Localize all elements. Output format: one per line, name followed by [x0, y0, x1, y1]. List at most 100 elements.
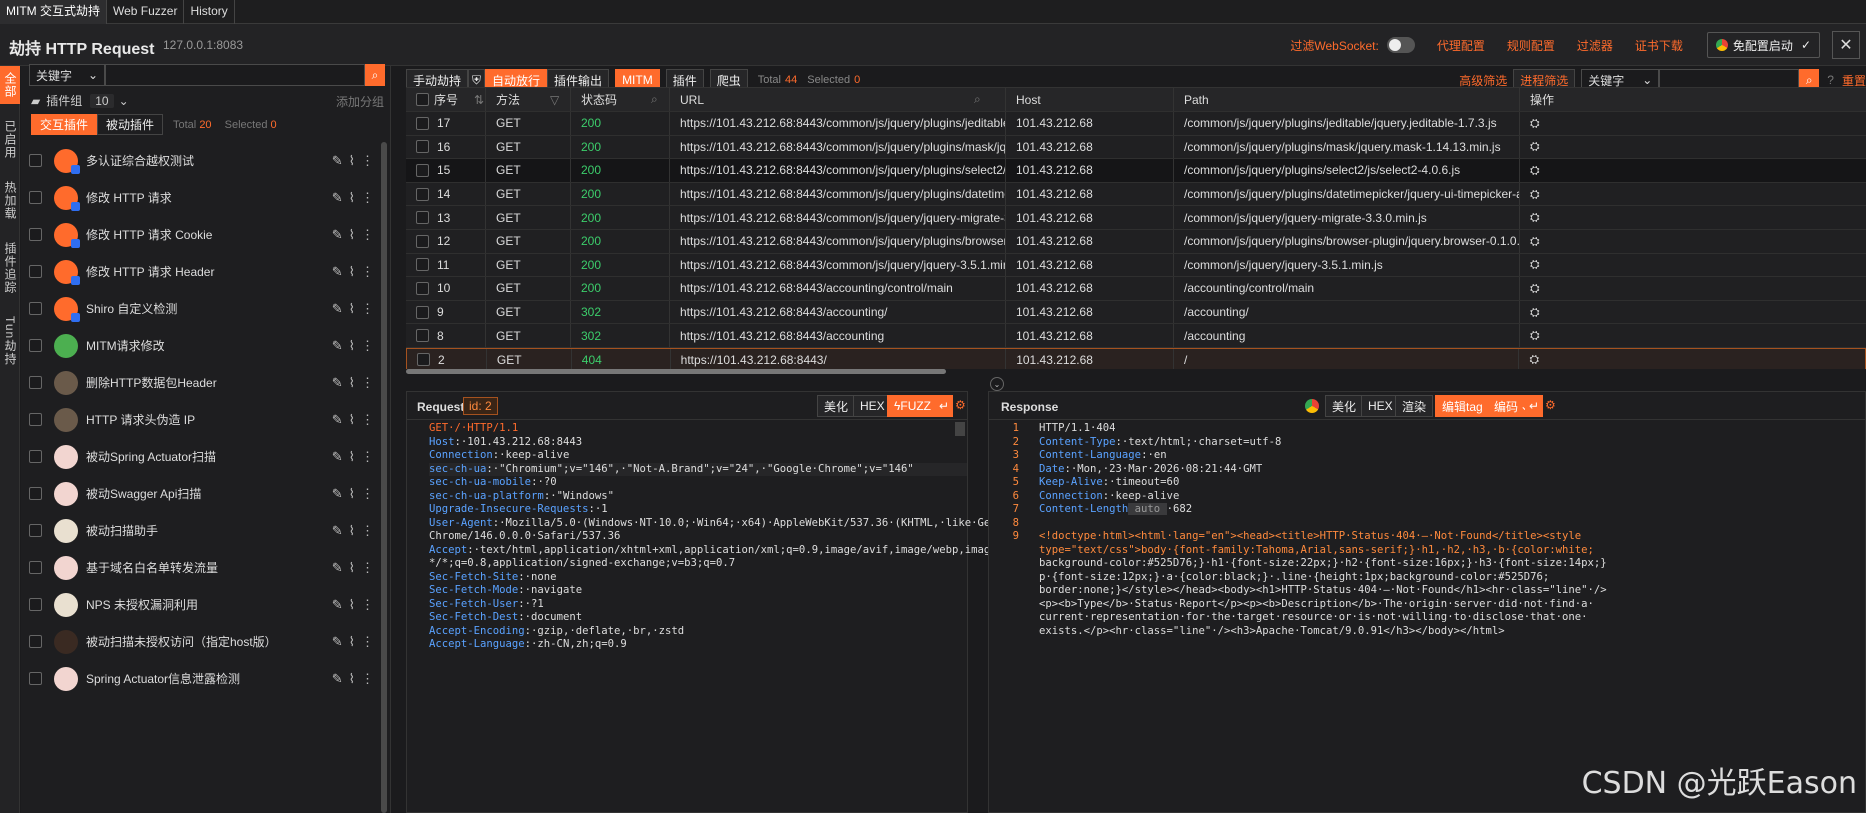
vtab-plugin-trace[interactable]: 插件追踪 — [0, 236, 20, 300]
activity-icon[interactable]: ⌇ — [349, 449, 355, 465]
edit-icon[interactable]: ✎ — [332, 190, 343, 206]
plugin-group-count[interactable]: 10 — [90, 93, 114, 108]
edit-icon[interactable]: ✎ — [332, 412, 343, 428]
plugin-checkbox[interactable] — [29, 154, 42, 167]
plugin-item[interactable]: HTTP 请求头伪造 IP ✎ ⌇ ⋮ — [29, 401, 374, 438]
more-icon[interactable]: ⋮ — [361, 153, 374, 169]
activity-icon[interactable]: ⌇ — [349, 597, 355, 613]
plugin-checkbox[interactable] — [29, 487, 42, 500]
more-icon[interactable]: ⋮ — [361, 523, 374, 539]
render-button[interactable]: 渲染 — [1395, 395, 1434, 417]
plugin-item[interactable]: 被动Swagger Api扫描 ✎ ⌇ ⋮ — [29, 475, 374, 512]
row-checkbox[interactable] — [416, 258, 429, 272]
cert-download-link[interactable]: 证书下载 — [1635, 37, 1683, 54]
row-checkbox[interactable] — [416, 329, 429, 343]
row-checkbox[interactable] — [416, 211, 429, 225]
plugin-item[interactable]: Shiro 自定义检测 ✎ ⌇ ⋮ — [29, 290, 374, 327]
plugin-item[interactable]: 修改 HTTP 请求 Cookie ✎ ⌇ ⋮ — [29, 216, 374, 253]
plugin-item[interactable]: 基于域名白名单转发流量 ✎ ⌇ ⋮ — [29, 549, 374, 586]
send-enter-button[interactable]: ↵ — [935, 395, 954, 417]
plugin-checkbox[interactable] — [29, 450, 42, 463]
activity-icon[interactable]: ⌇ — [349, 486, 355, 502]
search-button[interactable]: ⌕ — [365, 64, 385, 86]
table-row[interactable]: 2 GET 404 https://101.43.212.68:8443/101.43… — [406, 347, 1866, 369]
row-checkbox[interactable] — [416, 305, 429, 319]
filter-icon[interactable]: ▽ — [550, 93, 559, 107]
more-icon[interactable]: ⋮ — [361, 227, 374, 243]
plugin-checkbox[interactable] — [29, 339, 42, 352]
col-method[interactable]: 方法 ▽ — [486, 88, 571, 111]
vtab-hotload[interactable]: 热加载 — [0, 175, 20, 226]
tab-passive-plugins[interactable]: 被动插件 — [97, 114, 163, 135]
rule-config-link[interactable]: 规则配置 — [1507, 37, 1555, 54]
activity-icon[interactable]: ⌇ — [349, 412, 355, 428]
help-icon[interactable]: ? — [1827, 73, 1834, 87]
view-icon[interactable]: ⛭ — [1530, 116, 1540, 131]
table-row[interactable]: 17 GET 200 https://101.43.212.68:8443/commo… — [406, 112, 1866, 136]
plugin-item[interactable]: NPS 未授权漏洞利用 ✎ ⌇ ⋮ — [29, 586, 374, 623]
activity-icon[interactable]: ⌇ — [349, 264, 355, 280]
edit-tag-button[interactable]: 编辑tag — [1435, 395, 1490, 417]
view-icon[interactable]: ⛭ — [1529, 352, 1539, 367]
plugin-checkbox[interactable] — [29, 672, 42, 685]
table-row[interactable]: 8 GET 302 https://101.43.212.68:8443/accoun… — [406, 324, 1866, 348]
response-beautify-button[interactable]: 美化 — [1325, 395, 1364, 417]
more-icon[interactable]: ⋮ — [361, 449, 374, 465]
fuzz-button[interactable]: ϟ FUZZ — [887, 395, 939, 417]
col-url[interactable]: URL ⌕ — [670, 88, 1006, 111]
table-row[interactable]: 10 GET 200 https://101.43.212.68:8443/accou… — [406, 277, 1866, 301]
plugin-item[interactable]: Spring Actuator信息泄露检测 ✎ ⌇ ⋮ — [29, 660, 374, 697]
row-checkbox[interactable] — [416, 234, 429, 248]
view-icon[interactable]: ⛭ — [1530, 257, 1540, 272]
edit-icon[interactable]: ✎ — [332, 449, 343, 465]
gear-icon[interactable]: ⚙ — [1545, 398, 1556, 412]
autostart-button[interactable]: 免配置启动 ✓ — [1706, 32, 1820, 58]
edit-icon[interactable]: ✎ — [332, 486, 343, 502]
activity-icon[interactable]: ⌇ — [349, 301, 355, 317]
more-icon[interactable]: ⋮ — [361, 338, 374, 354]
close-button[interactable]: ✕ — [1832, 31, 1860, 59]
beautify-button[interactable]: 美化 — [817, 395, 856, 417]
plugin-item[interactable]: 修改 HTTP 请求 ✎ ⌇ ⋮ — [29, 179, 374, 216]
plugin-item[interactable]: 修改 HTTP 请求 Header ✎ ⌇ ⋮ — [29, 253, 374, 290]
proxy-config-link[interactable]: 代理配置 — [1437, 37, 1485, 54]
row-checkbox[interactable] — [416, 163, 429, 177]
table-row[interactable]: 14 GET 200 https://101.43.212.68:8443/commo… — [406, 182, 1866, 207]
activity-icon[interactable]: ⌇ — [349, 190, 355, 206]
edit-icon[interactable]: ✎ — [332, 671, 343, 687]
activity-icon[interactable]: ⌇ — [349, 560, 355, 576]
plugin-item[interactable]: 被动扫描未授权访问（指定host版） ✎ ⌇ ⋮ — [29, 623, 374, 660]
plugin-list-scrollbar[interactable] — [381, 142, 387, 813]
auto-badge[interactable]: auto — [1128, 503, 1167, 515]
plugin-item[interactable]: 被动Spring Actuator扫描 ✎ ⌇ ⋮ — [29, 438, 374, 475]
activity-icon[interactable]: ⌇ — [349, 338, 355, 354]
plugin-checkbox[interactable] — [29, 524, 42, 537]
plugin-checkbox[interactable] — [29, 191, 42, 204]
request-editor-scrollbar[interactable] — [955, 422, 965, 436]
plugin-checkbox[interactable] — [29, 413, 42, 426]
table-row[interactable]: 16 GET 200 https://101.43.212.68:8443/commo… — [406, 135, 1866, 160]
row-checkbox[interactable] — [417, 353, 430, 367]
filter-link[interactable]: 过滤器 — [1577, 37, 1613, 54]
tab-mitm[interactable]: MITM 交互式劫持 — [0, 0, 107, 24]
edit-icon[interactable]: ✎ — [332, 560, 343, 576]
more-icon[interactable]: ⋮ — [361, 486, 374, 502]
sort-icon[interactable]: ⇅ — [474, 93, 484, 107]
enter-button[interactable]: ↵ — [1525, 395, 1544, 417]
plugin-checkbox[interactable] — [29, 302, 42, 315]
filter-websocket-toggle[interactable] — [1386, 37, 1415, 53]
row-checkbox[interactable] — [416, 281, 429, 295]
more-icon[interactable]: ⋮ — [361, 264, 374, 280]
view-icon[interactable]: ⛭ — [1530, 210, 1540, 225]
more-icon[interactable]: ⋮ — [361, 597, 374, 613]
more-icon[interactable]: ⋮ — [361, 560, 374, 576]
col-status[interactable]: 状态码 ⌕ — [571, 88, 670, 111]
activity-icon[interactable]: ⌇ — [349, 153, 355, 169]
plugin-item[interactable]: 删除HTTP数据包Header ✎ ⌇ ⋮ — [29, 364, 374, 401]
chrome-icon[interactable] — [1305, 399, 1319, 413]
plugin-checkbox[interactable] — [29, 598, 42, 611]
table-row[interactable]: 12 GET 200 https://101.43.212.68:8443/commo… — [406, 229, 1866, 254]
view-icon[interactable]: ⛭ — [1530, 139, 1540, 154]
edit-icon[interactable]: ✎ — [332, 264, 343, 280]
more-icon[interactable]: ⋮ — [361, 634, 374, 650]
